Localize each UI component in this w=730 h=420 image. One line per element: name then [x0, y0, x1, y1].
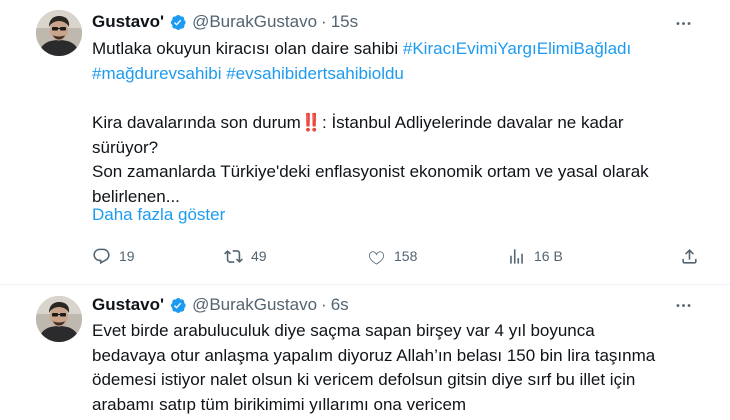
tweet-1[interactable]: Gustavo' @BurakGustavo · 15s Mutlaka oku…: [0, 0, 730, 285]
like-count: 158: [394, 248, 418, 264]
view-count: 16 B: [534, 248, 563, 264]
more-options-icon[interactable]: [672, 294, 694, 316]
views-button[interactable]: 16 B: [507, 244, 563, 268]
avatar-image: [36, 10, 82, 56]
retweet-button[interactable]: 49: [224, 244, 267, 268]
share-button[interactable]: [680, 244, 699, 268]
reply-count: 19: [119, 248, 135, 264]
tweet-2[interactable]: Gustavo' @BurakGustavo · 6s Evet birde a…: [0, 286, 730, 420]
like-button[interactable]: 158: [367, 244, 417, 268]
text-line-blank: [92, 86, 702, 111]
author-name[interactable]: Gustavo': [92, 295, 164, 315]
author-name[interactable]: Gustavo': [92, 12, 164, 32]
views-icon: [510, 248, 523, 264]
text-line: bedavaya otur anlaşma yapalım diyoruz Al…: [92, 345, 656, 365]
retweet-icon: [224, 249, 243, 263]
show-more-link[interactable]: Daha fazla göster: [92, 205, 225, 225]
text-line: Evet birde arabuluculuk diye saçma sapan…: [92, 321, 595, 340]
timestamp[interactable]: 15s: [331, 12, 358, 32]
tweet-text: Mutlaka okuyun kiracısı olan daire sahib…: [92, 37, 702, 209]
retweet-count: 49: [251, 248, 267, 264]
text-line: arabamı satıp tüm birikimimi yıllarımı o…: [92, 394, 467, 414]
reply-button[interactable]: 19: [92, 244, 135, 268]
separator-dot: ·: [321, 295, 327, 314]
hashtag-link[interactable]: #KiracıEvimiYargıElimiBağladı: [403, 39, 631, 58]
text-line: ödemesi istiyor nalet olsun ki vericem d…: [92, 370, 636, 389]
timestamp[interactable]: 6s: [331, 295, 349, 315]
tweet-header: Gustavo' @BurakGustavo · 15s: [92, 11, 358, 33]
author-handle[interactable]: @BurakGustavo: [192, 12, 317, 32]
separator-dot: ·: [321, 12, 327, 31]
like-icon: [368, 250, 385, 264]
verified-badge-icon: [168, 296, 187, 315]
tweet-actions: 19 49 158 16 B: [92, 244, 697, 268]
avatar[interactable]: [36, 296, 82, 342]
reply-icon: [93, 248, 110, 264]
author-handle[interactable]: @BurakGustavo: [192, 295, 317, 315]
tweet-header: Gustavo' @BurakGustavo · 6s: [92, 294, 349, 316]
text-line: Son zamanlarda Türkiye'deki enflasyonist…: [92, 162, 649, 181]
share-icon: [682, 248, 697, 264]
hashtag-link[interactable]: #mağdurevsahibi: [92, 64, 221, 83]
text-line: Kira davalarında son durum‼️: İstanbul A…: [92, 113, 624, 132]
verified-badge-icon: [168, 13, 187, 32]
text-line: Mutlaka okuyun kiracısı olan daire sahib…: [92, 39, 632, 58]
avatar[interactable]: [36, 10, 82, 56]
text-line: #mağdurevsahibi #evsahibidertsahibioldu: [92, 62, 702, 87]
tweet-text: Evet birde arabuluculuk diye saçma sapan…: [92, 319, 702, 417]
double-exclamation-emoji: ‼️: [300, 113, 322, 132]
hashtag-link[interactable]: #evsahibidertsahibioldu: [226, 64, 404, 83]
more-options-icon[interactable]: [672, 12, 694, 34]
avatar-image: [36, 296, 82, 342]
text-line: sürüyor?: [92, 137, 159, 157]
